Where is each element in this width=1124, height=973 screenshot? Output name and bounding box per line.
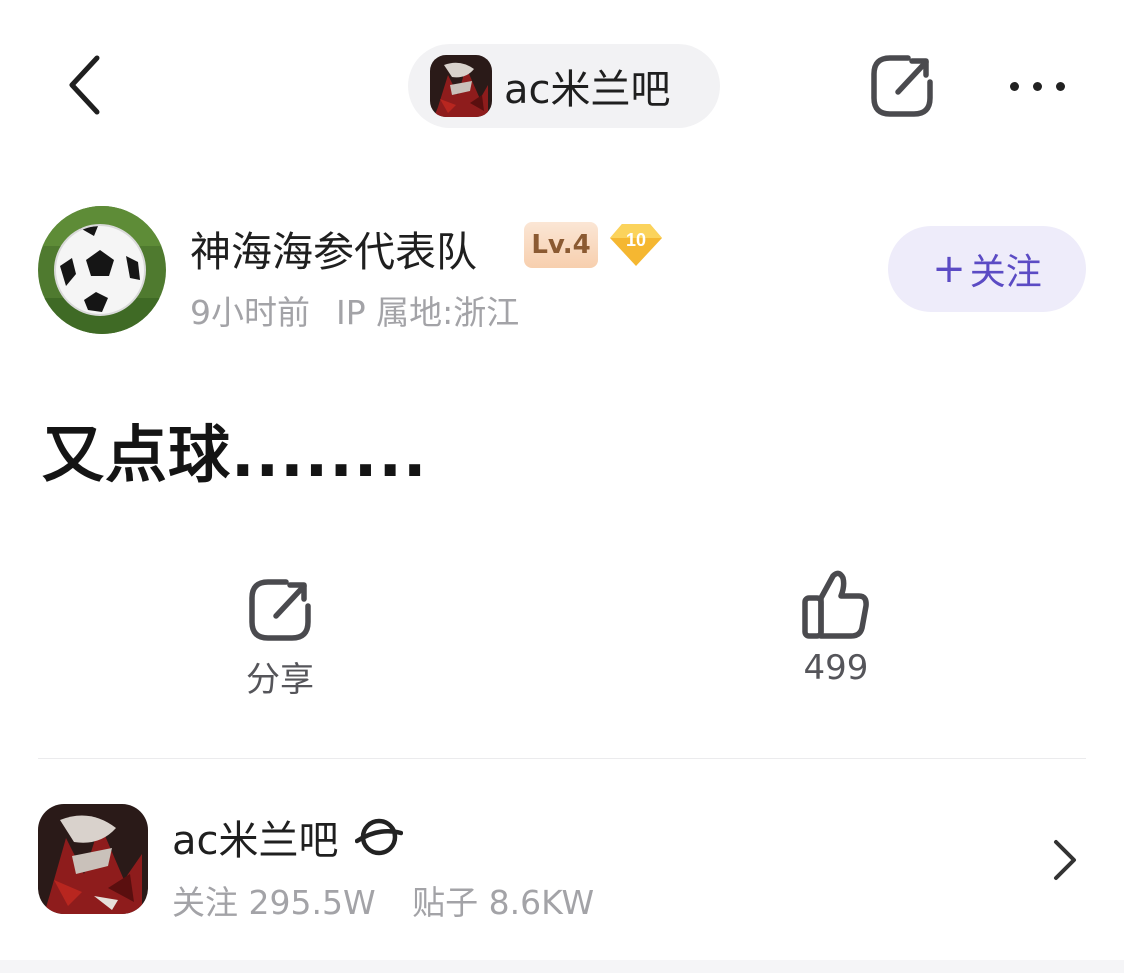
- followers-count: 295.5W: [248, 883, 376, 922]
- share-icon: [249, 579, 311, 641]
- divider: [38, 758, 1086, 759]
- like-button[interactable]: 499: [756, 568, 916, 688]
- more-dots-icon: [1009, 81, 1019, 91]
- post-meta: 9小时前 IP 属地:浙江: [190, 286, 519, 334]
- forum-pill-name: ac米兰吧: [504, 67, 671, 113]
- share-button-top[interactable]: [862, 46, 942, 126]
- more-button[interactable]: [994, 56, 1080, 116]
- plus-icon: +: [932, 246, 966, 292]
- follow-button[interactable]: + 关注: [888, 226, 1086, 312]
- author-row: 神海海参代表队 Lv.4 10 9小时前 IP 属地:浙江 + 关注: [0, 190, 1124, 350]
- thumbs-up-icon: [802, 570, 869, 639]
- forum-card-stats: 关注 295.5W 贴子 8.6KW: [172, 876, 594, 924]
- post-title: 又点球........: [42, 418, 428, 491]
- share-button[interactable]: 分享: [200, 576, 360, 701]
- share-icon: [871, 55, 933, 117]
- planet-icon: [354, 818, 403, 856]
- forum-card-avatar: [38, 804, 148, 914]
- like-count: 499: [803, 648, 869, 688]
- follow-label: 关注: [969, 252, 1042, 293]
- action-bar: 分享 499: [0, 560, 1124, 720]
- bottom-separator: [0, 960, 1124, 973]
- posts-count: 8.6KW: [488, 883, 595, 922]
- back-arrow-icon: [69, 55, 100, 115]
- followers-label: 关注: [172, 883, 238, 922]
- forum-avatar: [430, 55, 492, 117]
- top-bar: ac米兰吧: [0, 0, 1124, 170]
- gem-badge-number: 10: [626, 230, 646, 250]
- author-name[interactable]: 神海海参代表队: [190, 218, 477, 278]
- author-avatar[interactable]: [38, 206, 166, 334]
- ip-location: IP 属地:浙江: [336, 293, 520, 332]
- level-badge: Lv.4: [524, 222, 598, 268]
- chevron-right-icon: [1054, 840, 1076, 880]
- gem-badge-icon: 10: [608, 216, 664, 272]
- forum-card-name: ac米兰吧: [172, 818, 339, 864]
- post-time: 9小时前: [190, 293, 310, 332]
- forum-card-title-row: ac米兰吧: [172, 808, 403, 866]
- share-label: 分享: [246, 660, 314, 700]
- posts-label: 贴子: [412, 883, 479, 922]
- back-button[interactable]: [52, 50, 116, 120]
- forum-pill[interactable]: ac米兰吧: [408, 44, 720, 128]
- forum-card[interactable]: ac米兰吧 关注 295.5W 贴子 8.6KW: [0, 790, 1124, 950]
